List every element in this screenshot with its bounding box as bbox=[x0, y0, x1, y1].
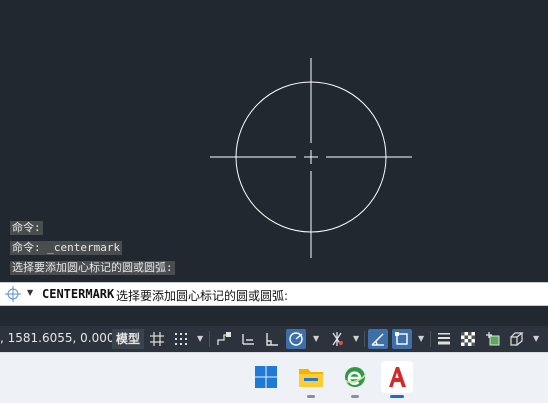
command-line[interactable]: ▼ CENTERMARK 选择要添加圆心标记的圆或圆弧: bbox=[0, 282, 548, 306]
polar-tracking-icon[interactable] bbox=[286, 329, 306, 349]
dynamic-input-icon[interactable] bbox=[238, 329, 258, 349]
infer-constraints-icon[interactable] bbox=[214, 329, 234, 349]
model-space-button[interactable]: 模型 bbox=[112, 329, 144, 349]
history-label: 命令: bbox=[12, 241, 48, 254]
ortho-icon[interactable] bbox=[262, 329, 282, 349]
isometric-icon[interactable] bbox=[327, 329, 347, 349]
file-explorer-icon[interactable] bbox=[295, 361, 327, 398]
object-snap-icon[interactable] bbox=[392, 329, 412, 349]
status-separator bbox=[364, 331, 365, 347]
status-separator bbox=[209, 331, 210, 347]
history-label: 选择要添加圆心标记的圆或圆弧: bbox=[12, 261, 173, 274]
3d-object-snap-icon[interactable] bbox=[507, 329, 527, 349]
coordinate-readout: , 1581.6055, 0.0000 bbox=[0, 331, 123, 345]
snap-icon[interactable] bbox=[171, 329, 191, 349]
edge-browser-icon[interactable] bbox=[339, 361, 371, 398]
object-snap-tracking-icon[interactable] bbox=[368, 329, 388, 349]
command-prompt: 选择要添加圆心标记的圆或圆弧: bbox=[116, 289, 289, 303]
drawing-area[interactable] bbox=[0, 0, 548, 282]
windows-start-icon[interactable] bbox=[250, 361, 282, 393]
command-history-line: 选择要添加圆心标记的圆或圆弧: bbox=[10, 261, 175, 275]
history-value: _centermark bbox=[47, 241, 121, 254]
command-dropdown-icon[interactable]: ▼ bbox=[27, 288, 33, 297]
snap-dropdown-icon[interactable]: ▼ bbox=[197, 334, 203, 343]
lineweight-icon[interactable] bbox=[434, 329, 454, 349]
drawing-canvas[interactable]: 命令: 命令: _centermark 选择要添加圆心标记的圆或圆弧: bbox=[0, 0, 548, 282]
command-name: CENTERMARK bbox=[42, 287, 115, 301]
command-history-line: 命令: bbox=[10, 221, 43, 235]
selection-cycling-icon[interactable] bbox=[483, 329, 503, 349]
autocad-app-icon[interactable] bbox=[381, 361, 413, 398]
isometric-dropdown-icon[interactable]: ▼ bbox=[353, 334, 359, 343]
status-bar: , 1581.6055, 0.0000 模型 ▼ ▼ ▼ ▼ ▼ bbox=[0, 326, 548, 352]
status-separator bbox=[430, 331, 431, 347]
running-indicator bbox=[307, 395, 315, 398]
3d-osnap-dropdown-icon[interactable]: ▼ bbox=[533, 334, 539, 343]
crosshair-icon[interactable] bbox=[5, 286, 21, 302]
command-history-line: 命令: _centermark bbox=[10, 241, 123, 255]
grid-icon[interactable] bbox=[147, 329, 167, 349]
osnap-dropdown-icon[interactable]: ▼ bbox=[418, 334, 424, 343]
history-label: 命令: bbox=[12, 221, 41, 234]
running-indicator bbox=[390, 395, 404, 398]
windows-taskbar bbox=[0, 352, 548, 403]
polar-dropdown-icon[interactable]: ▼ bbox=[313, 334, 319, 343]
transparency-icon[interactable] bbox=[458, 329, 478, 349]
running-indicator bbox=[351, 395, 359, 398]
